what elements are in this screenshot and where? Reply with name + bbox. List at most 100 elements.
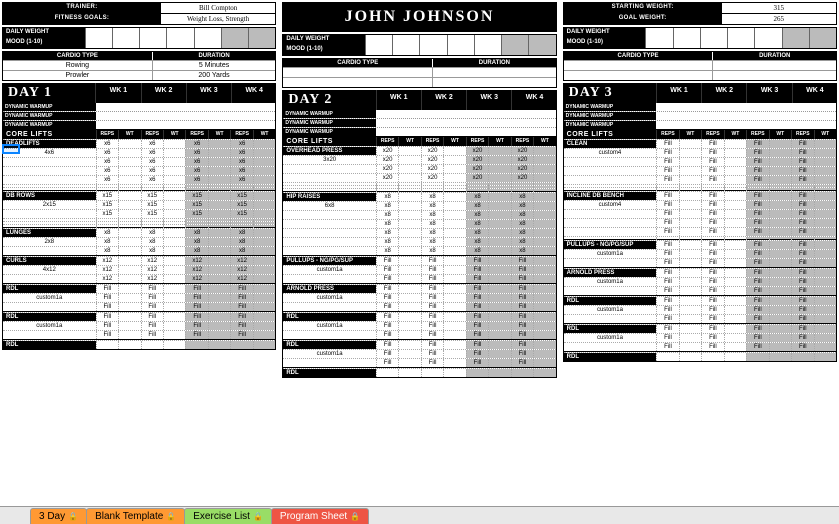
reps-cell[interactable]: x8: [421, 193, 443, 201]
wt-cell[interactable]: [769, 353, 791, 361]
reps-cell[interactable]: Fill: [466, 285, 488, 293]
wt-cell[interactable]: [488, 369, 510, 377]
wt-cell[interactable]: [118, 192, 140, 200]
reps-cell[interactable]: x20: [421, 147, 443, 155]
wt-cell[interactable]: [679, 325, 701, 333]
exercise-scheme[interactable]: custom1a: [564, 334, 657, 342]
wt-cell[interactable]: [208, 285, 230, 293]
wt-cell[interactable]: [533, 313, 555, 321]
wt-cell[interactable]: [679, 241, 701, 249]
wt-cell[interactable]: [814, 269, 836, 277]
reps-cell[interactable]: Fill: [791, 325, 813, 333]
reps-cell[interactable]: x12: [230, 257, 252, 265]
wt-cell[interactable]: [208, 257, 230, 265]
wt-cell[interactable]: [398, 257, 420, 265]
reps-cell[interactable]: x15: [185, 192, 207, 200]
reps-cell[interactable]: Fill: [230, 313, 252, 321]
wt-cell[interactable]: [488, 147, 510, 155]
reps-cell[interactable]: Fill: [701, 241, 723, 249]
wt-cell[interactable]: [443, 193, 465, 201]
reps-cell[interactable]: Fill: [141, 285, 163, 293]
wt-cell[interactable]: [488, 257, 510, 265]
exercise-scheme[interactable]: custom1a: [3, 322, 96, 330]
wt-cell[interactable]: [163, 229, 185, 237]
wt-cell[interactable]: [533, 257, 555, 265]
reps-cell[interactable]: Fill: [656, 325, 678, 333]
wt-cell[interactable]: [208, 229, 230, 237]
reps-cell[interactable]: Fill: [421, 341, 443, 349]
reps-cell[interactable]: Fill: [421, 285, 443, 293]
wt-cell[interactable]: [443, 341, 465, 349]
reps-cell[interactable]: Fill: [701, 325, 723, 333]
exercise-scheme[interactable]: custom1a: [283, 322, 376, 330]
reps-cell[interactable]: Fill: [656, 140, 678, 148]
wt-cell[interactable]: [679, 353, 701, 361]
sheet-tab[interactable]: Exercise List🔒: [184, 508, 272, 524]
wt-cell[interactable]: [533, 193, 555, 201]
wt-cell[interactable]: [533, 369, 555, 377]
wt-cell[interactable]: [118, 341, 140, 349]
wt-cell[interactable]: [398, 313, 420, 321]
sheet-tab[interactable]: Program Sheet🔒: [271, 508, 369, 524]
reps-cell[interactable]: x12: [141, 257, 163, 265]
wt-cell[interactable]: [814, 325, 836, 333]
reps-cell[interactable]: x8: [511, 193, 533, 201]
wt-cell[interactable]: [488, 193, 510, 201]
exercise-scheme[interactable]: 4x12: [3, 266, 96, 274]
wt-cell[interactable]: [398, 341, 420, 349]
reps-cell[interactable]: [141, 341, 163, 349]
exercise-scheme[interactable]: custom1a: [283, 266, 376, 274]
wt-cell[interactable]: [443, 147, 465, 155]
wt-cell[interactable]: [724, 192, 746, 200]
reps-cell[interactable]: Fill: [791, 241, 813, 249]
wt-cell[interactable]: [814, 353, 836, 361]
reps-cell[interactable]: Fill: [701, 140, 723, 148]
exercise-scheme[interactable]: custom4: [564, 149, 657, 157]
reps-cell[interactable]: Fill: [141, 313, 163, 321]
wt-cell[interactable]: [679, 192, 701, 200]
reps-cell[interactable]: [230, 341, 252, 349]
reps-cell[interactable]: Fill: [791, 269, 813, 277]
reps-cell[interactable]: Fill: [376, 341, 398, 349]
reps-cell[interactable]: x8: [376, 193, 398, 201]
wt-cell[interactable]: [118, 257, 140, 265]
wt-cell[interactable]: [443, 285, 465, 293]
trainer-value[interactable]: Bill Compton: [161, 3, 275, 13]
wt-cell[interactable]: [769, 297, 791, 305]
exercise-scheme[interactable]: 6x8: [283, 202, 376, 210]
reps-cell[interactable]: Fill: [746, 140, 768, 148]
wt-cell[interactable]: [253, 192, 275, 200]
reps-cell[interactable]: Fill: [746, 297, 768, 305]
wt-cell[interactable]: [814, 192, 836, 200]
reps-cell[interactable]: Fill: [701, 297, 723, 305]
reps-cell[interactable]: x6: [141, 140, 163, 148]
wt-cell[interactable]: [724, 269, 746, 277]
wt-cell[interactable]: [398, 285, 420, 293]
reps-cell[interactable]: Fill: [656, 269, 678, 277]
wt-cell[interactable]: [118, 140, 140, 148]
wt-cell[interactable]: [208, 313, 230, 321]
wt-cell[interactable]: [163, 341, 185, 349]
wt-cell[interactable]: [253, 313, 275, 321]
exercise-scheme[interactable]: custom1a: [564, 306, 657, 314]
reps-cell[interactable]: Fill: [791, 297, 813, 305]
reps-cell[interactable]: Fill: [96, 285, 118, 293]
reps-cell[interactable]: Fill: [746, 192, 768, 200]
reps-cell[interactable]: [421, 369, 443, 377]
reps-cell[interactable]: Fill: [656, 241, 678, 249]
reps-cell[interactable]: Fill: [791, 140, 813, 148]
wt-cell[interactable]: [814, 241, 836, 249]
wt-cell[interactable]: [398, 147, 420, 155]
goals-value[interactable]: Weight Loss, Strength: [161, 14, 275, 24]
reps-cell[interactable]: Fill: [376, 257, 398, 265]
reps-cell[interactable]: Fill: [96, 313, 118, 321]
reps-cell[interactable]: x12: [96, 257, 118, 265]
wt-cell[interactable]: [163, 285, 185, 293]
exercise-scheme[interactable]: 2x15: [3, 201, 96, 209]
wt-cell[interactable]: [724, 353, 746, 361]
reps-cell[interactable]: Fill: [701, 192, 723, 200]
exercise-scheme[interactable]: 2x8: [3, 238, 96, 246]
reps-cell[interactable]: x8: [466, 193, 488, 201]
wt-cell[interactable]: [118, 285, 140, 293]
wt-cell[interactable]: [163, 257, 185, 265]
